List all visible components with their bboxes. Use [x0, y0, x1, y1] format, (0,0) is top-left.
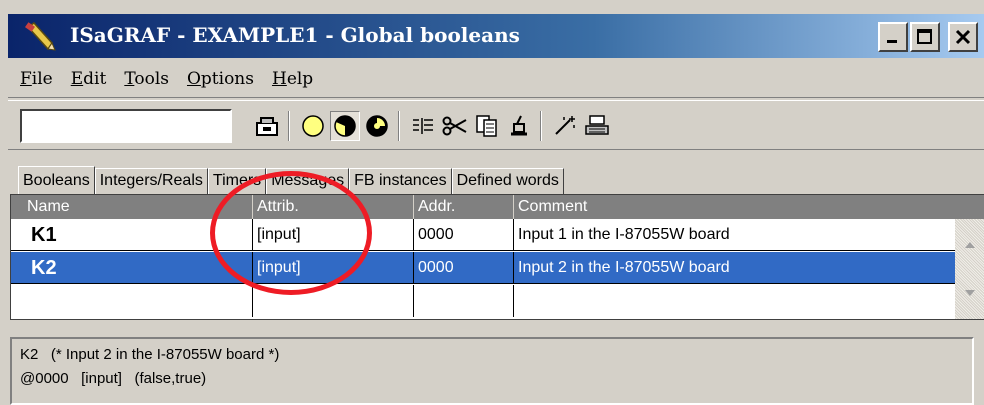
cell-addr — [414, 285, 514, 317]
print-button[interactable] — [582, 111, 612, 141]
scroll-down-icon — [965, 290, 975, 296]
tab-integers-reals[interactable]: Integers/Reals — [94, 168, 208, 194]
scroll-down-button[interactable] — [955, 279, 984, 307]
circle-quarter-button[interactable] — [362, 111, 392, 141]
menu-options[interactable]: Options — [187, 69, 254, 89]
minimize-icon — [887, 40, 897, 43]
close-button[interactable] — [948, 22, 978, 52]
table-header: Name Attrib. Addr. Comment — [11, 195, 984, 219]
cell-comment: Input 2 in the I-87055W board — [518, 259, 730, 276]
circle-half-button[interactable] — [330, 111, 360, 141]
cut-button[interactable] — [440, 111, 470, 141]
list-button[interactable] — [408, 111, 438, 141]
circle-empty-icon — [302, 115, 324, 137]
status-line-description: K2 (* Input 2 in the I-87055W board *) — [20, 346, 280, 363]
save-icon — [256, 117, 278, 136]
paste-button[interactable] — [504, 111, 534, 141]
status-line-details: @0000 [input] (false,true) — [20, 370, 207, 387]
window-title: ISaGRAF - EXAMPLE1 - Global booleans — [70, 23, 520, 47]
minimize-button[interactable] — [878, 22, 908, 52]
menu-help[interactable]: Help — [272, 69, 313, 89]
app-window: ISaGRAF - EXAMPLE1 - Global booleans Fil… — [0, 0, 984, 405]
maximize-icon — [917, 29, 932, 44]
copy-button[interactable] — [472, 111, 502, 141]
column-header-addr[interactable]: Addr. — [414, 195, 514, 219]
cell-name — [11, 285, 253, 317]
scroll-up-icon — [965, 242, 975, 248]
menu-edit[interactable]: Edit — [71, 69, 107, 89]
wand-button[interactable] — [550, 111, 580, 141]
status-panel: K2 (* Input 2 in the I-87055W board *) @… — [10, 337, 974, 405]
cell-addr: 0000 — [414, 219, 514, 251]
toolbar — [8, 100, 984, 150]
column-header-comment[interactable]: Comment — [514, 195, 984, 219]
close-icon — [955, 29, 971, 45]
variables-table: Name Attrib. Addr. Comment K1 [input] 00… — [10, 194, 984, 320]
title-bar[interactable]: ISaGRAF - EXAMPLE1 - Global booleans — [8, 14, 984, 58]
table-row-selected[interactable]: K2 [input] 0000 Input 2 in the I-87055W … — [11, 252, 955, 284]
menu-file[interactable]: File — [20, 69, 53, 89]
menu-bar: File Edit Tools Options Help — [8, 60, 984, 98]
paste-icon — [511, 115, 527, 136]
tab-fb-instances[interactable]: FB instances — [349, 168, 452, 194]
table-row[interactable]: K1 [input] 0000 Input 1 in the I-87055W … — [11, 219, 955, 251]
pencil-icon — [25, 22, 56, 51]
vertical-scrollbar[interactable] — [955, 219, 984, 319]
wand-icon — [555, 116, 575, 135]
tab-booleans[interactable]: Booleans — [18, 166, 95, 194]
cell-comment: Input 1 in the I-87055W board — [518, 226, 730, 243]
printer-icon — [585, 115, 609, 135]
annotation-circle — [210, 171, 372, 295]
copy-icon — [476, 115, 497, 137]
scissors-icon — [442, 116, 467, 136]
scroll-up-button[interactable] — [955, 231, 984, 259]
save-button[interactable] — [252, 111, 282, 141]
circle-empty-button[interactable] — [298, 111, 328, 141]
cell-addr: 0000 — [414, 252, 514, 284]
circle-quarter-icon — [366, 115, 388, 137]
table-row-empty[interactable] — [11, 285, 955, 317]
maximize-button[interactable] — [910, 22, 940, 52]
name-input[interactable] — [20, 109, 232, 143]
tab-defined-words[interactable]: Defined words — [451, 168, 564, 194]
circle-half-icon — [334, 115, 356, 137]
menu-tools[interactable]: Tools — [124, 69, 169, 89]
list-icon — [413, 118, 433, 134]
